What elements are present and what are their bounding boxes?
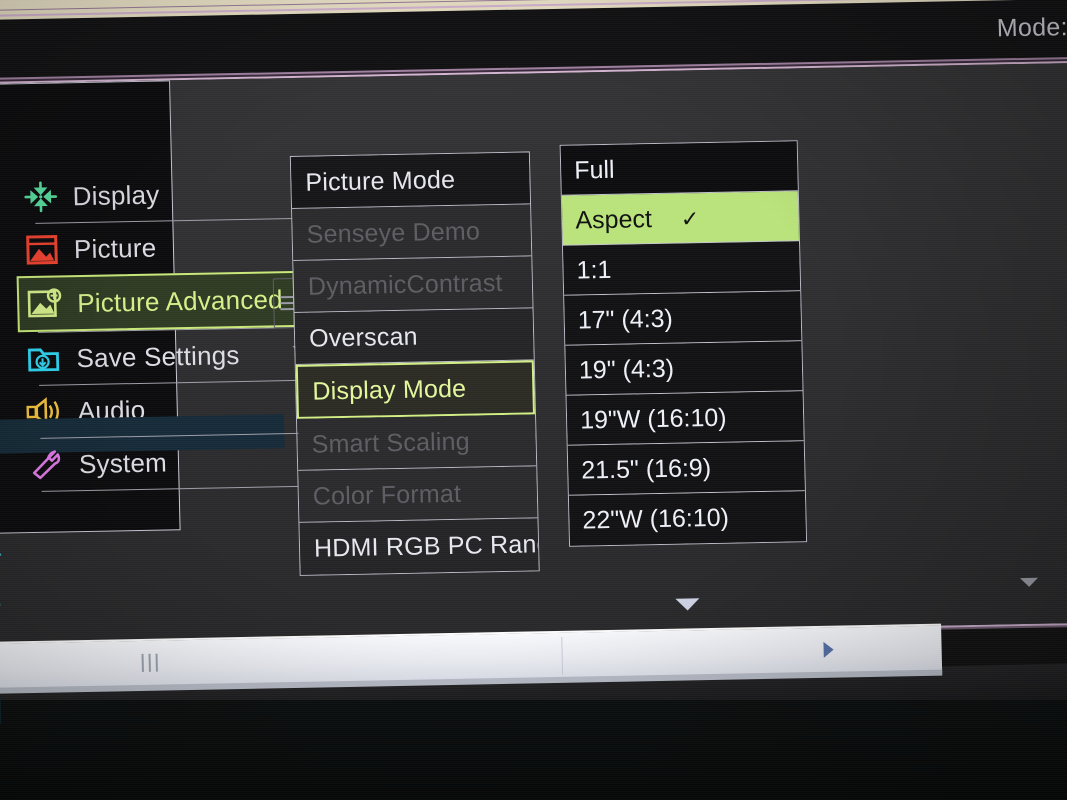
sidebar-item-picture[interactable]: Picture — [19, 219, 302, 276]
option-21-5-16-9[interactable]: 21.5" (16:9) — [567, 441, 805, 496]
osd-panel: Display Picture Picture Advanced Save Se… — [0, 60, 1067, 724]
check-icon: ✓ — [680, 206, 700, 232]
picture-image-icon — [20, 232, 65, 267]
menu-item-smart-scaling: Smart Scaling — [297, 414, 537, 471]
photo-scene: Mode: Ga — [0, 0, 1067, 800]
menu-item-display-mode[interactable]: Display Mode — [295, 360, 535, 419]
option-19w-16-10[interactable]: 19"W (16:10) — [566, 391, 804, 446]
menu-item-picture-mode[interactable]: Picture Mode — [290, 152, 531, 209]
sidebar-item-label: Save Settings — [76, 339, 240, 373]
sidebar-item-system[interactable]: System — [24, 434, 307, 491]
sidebar-item-label: Picture Advanced — [76, 283, 284, 318]
sidebar-item-label: Picture — [73, 232, 157, 264]
menu-item-senseye-demo: Senseye Demo — [292, 204, 532, 261]
osd-sidebar: Display Picture Picture Advanced Save Se… — [0, 166, 321, 492]
option-full[interactable]: Full — [560, 141, 798, 196]
taskbar-divider — [561, 636, 564, 675]
drag-grip-icon[interactable] — [141, 653, 158, 672]
sidebar-item-display[interactable]: Display — [18, 166, 301, 223]
screen-plane: Mode: Ga — [0, 0, 1067, 724]
option-aspect[interactable]: Aspect ✓ — [561, 191, 799, 246]
wrench-icon — [25, 447, 70, 482]
picture-advanced-icon — [23, 286, 68, 321]
options-scroll-down-icon[interactable] — [675, 598, 700, 611]
options-column: Full Aspect ✓ 1:1 17" (4:3) 19" (4:3) 19… — [559, 140, 808, 547]
option-1-1[interactable]: 1:1 — [563, 241, 801, 296]
sidebar-item-picture-advanced[interactable]: Picture Advanced — [16, 270, 321, 333]
display-arrows-icon — [18, 179, 63, 214]
sidebar-item-label: System — [78, 446, 168, 479]
menu-item-dynamic-contrast: DynamicContrast — [293, 256, 533, 313]
option-label: Aspect — [575, 205, 653, 235]
edge-artifact-mark — [0, 553, 2, 556]
menu-item-color-format: Color Format — [298, 466, 538, 523]
mode-label: Mode: Ga — [996, 12, 1067, 43]
osd-panel-inner: Display Picture Picture Advanced Save Se… — [0, 62, 1067, 724]
option-22w-16-10[interactable]: 22"W (16:10) — [568, 491, 807, 546]
play-triangle-icon[interactable] — [823, 641, 834, 658]
sidebar-item-save-settings[interactable]: Save Settings — [22, 328, 305, 385]
menu-column: Picture Mode Senseye Demo DynamicContras… — [289, 151, 540, 576]
option-17-4-3[interactable]: 17" (4:3) — [564, 291, 802, 346]
menu-item-overscan[interactable]: Overscan — [294, 308, 534, 365]
option-19-4-3[interactable]: 19" (4:3) — [565, 341, 803, 396]
menu-item-label: Display Mode — [312, 374, 467, 406]
save-folder-icon — [22, 341, 67, 376]
menu-item-hdmi-rgb-pc-range[interactable]: HDMI RGB PC Range — [299, 518, 539, 575]
sidebar-item-label: Display — [72, 179, 160, 211]
preview-scroll-down-icon[interactable] — [1019, 577, 1039, 588]
desk-surface — [0, 700, 1067, 800]
